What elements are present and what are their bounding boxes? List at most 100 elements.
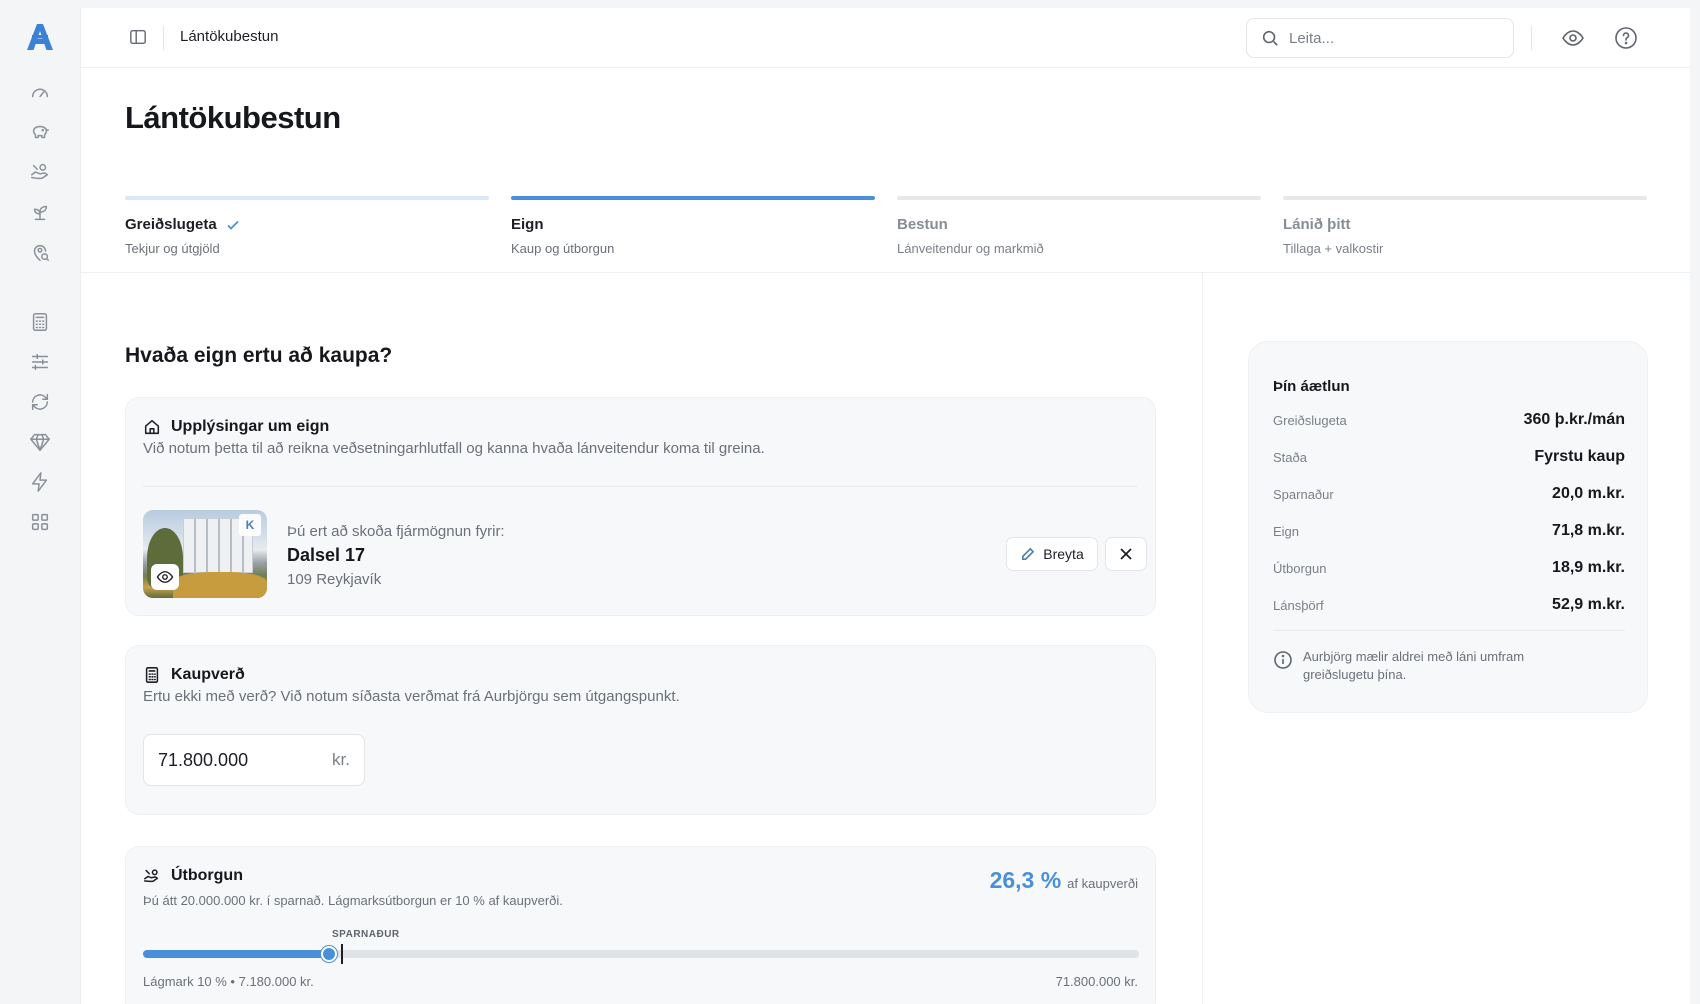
search-box[interactable] [1246, 18, 1514, 58]
info-icon [1274, 651, 1292, 669]
hand-coins-icon [144, 869, 159, 883]
property-card-desc: Við notum þetta til að reikna veðsetning… [143, 440, 765, 457]
card-divider [143, 486, 1138, 487]
percent-value: 26,3 % [989, 867, 1062, 893]
step-affordability[interactable]: Greiðslugeta Tekjur og útgjöld [125, 196, 489, 256]
help-icon[interactable] [1614, 26, 1638, 50]
step-sub: Tekjur og útgjöld [125, 241, 220, 256]
property-card: Upplýsingar um eign Við notum þetta til … [125, 397, 1156, 616]
plan-row: Staða Fyrstu kaup [1273, 448, 1625, 466]
price-card-title: Kaupverð [171, 666, 245, 683]
topbar: Lántökubestun [81, 8, 1690, 68]
pencil-icon [1022, 547, 1035, 560]
plan-row-key: Útborgun [1273, 560, 1327, 576]
grid-icon[interactable] [20, 502, 60, 542]
down-payment-card: Útborgun 26,3 % af kaupverði Þú átt 20.0… [125, 846, 1156, 1004]
plan-row-value: 52,9 m.kr. [1552, 596, 1625, 613]
property-photo[interactable]: K [143, 510, 267, 598]
slider-min-label: Lágmark 10 % • 7.180.000 kr. [143, 974, 314, 989]
property-card-title: Upplýsingar um eign [171, 418, 330, 435]
photo-bush [173, 572, 267, 598]
down-payment-percent: 26,3 % af kaupverði [990, 867, 1138, 894]
price-card-header: Kaupverð [143, 666, 245, 684]
sidebar [0, 0, 80, 1004]
down-payment-slider[interactable] [143, 944, 1139, 964]
section-divider [81, 272, 1691, 273]
step-sub: Tillaga + valkostir [1283, 241, 1384, 256]
map-pin-search-icon[interactable] [20, 232, 60, 272]
plan-row-key: Eign [1273, 523, 1300, 539]
step-bar [125, 196, 489, 200]
step-label: Lánið þitt [1283, 216, 1351, 233]
price-card: Kaupverð Ertu ekki með verð? Við notum s… [125, 645, 1156, 815]
plan-row-key: Lánsþörf [1273, 597, 1324, 613]
step-property[interactable]: Eign Kaup og útborgun [511, 196, 875, 256]
page-title: Lántökubestun [125, 100, 341, 135]
calculator-icon [145, 667, 159, 683]
piggy-bank-icon[interactable] [20, 112, 60, 152]
step-label: Bestun [897, 216, 948, 233]
eye-icon[interactable] [1561, 26, 1585, 50]
gauge-icon[interactable] [20, 72, 60, 112]
main-panel: Lántökubestun Lántökubestun Greiðslugeta… [80, 8, 1691, 1004]
plan-row-key: Staða [1273, 449, 1307, 465]
step-sub: Lánveitendur og markmið [897, 241, 1044, 256]
plan-row: Sparnaður 20,0 m.kr. [1273, 485, 1625, 503]
step-label: Greiðslugeta [125, 216, 489, 233]
sliders-icon[interactable] [20, 342, 60, 382]
calculator-icon[interactable] [20, 302, 60, 342]
stepper: Greiðslugeta Tekjur og útgjöld Eign Kaup… [125, 196, 1647, 256]
agency-badge-icon: K [239, 514, 261, 536]
step-label: Eign [511, 216, 544, 233]
down-payment-card-header: Útborgun [143, 867, 243, 885]
eye-icon [156, 571, 174, 583]
step-optimization[interactable]: Bestun Lánveitendur og markmið [897, 196, 1261, 256]
property-lead-text: Þú ert að skoða fjármögnun fyrir: [287, 523, 505, 540]
plan-row-value: 360 þ.kr./mán [1523, 411, 1625, 428]
down-payment-card-desc: Þú átt 20.000.000 kr. í sparnað. Lágmark… [143, 893, 563, 908]
plan-row: Eign 71,8 m.kr. [1273, 522, 1625, 540]
plan-row: Greiðslugeta 360 þ.kr./mán [1273, 411, 1625, 429]
slider-thumb[interactable] [321, 946, 337, 962]
plan-row: Útborgun 18,9 m.kr. [1273, 559, 1625, 577]
sprout-icon[interactable] [20, 192, 60, 232]
step-your-loan[interactable]: Lánið þitt Tillaga + valkostir [1283, 196, 1647, 256]
topbar-title: Lántökubestun [180, 28, 279, 45]
column-divider [1202, 273, 1203, 1004]
savings-marker-label: SPARNAÐUR [332, 929, 400, 940]
plan-row-value: 18,9 m.kr. [1552, 559, 1625, 576]
view-photo-button[interactable] [151, 564, 179, 590]
plan-row-value: 20,0 m.kr. [1552, 485, 1625, 502]
price-card-desc: Ertu ekki með verð? Við notum síðasta ve… [143, 688, 680, 705]
plan-title: Þín áætlun [1273, 378, 1350, 395]
topbar-divider [163, 26, 164, 50]
hand-coins-icon[interactable] [20, 152, 60, 192]
edit-property-button[interactable]: Breyta [1006, 537, 1098, 571]
search-icon [1262, 30, 1278, 46]
plan-row-value: 71,8 m.kr. [1552, 522, 1625, 539]
bolt-icon[interactable] [20, 462, 60, 502]
property-name: Dalsel 17 [287, 545, 366, 565]
plan-row-key: Greiðslugeta [1273, 412, 1347, 428]
step-bar [1283, 196, 1647, 200]
diamond-icon[interactable] [20, 422, 60, 462]
plan-panel: Þín áætlun Greiðslugeta 360 þ.kr./mán St… [1248, 341, 1648, 713]
close-icon [1120, 548, 1132, 560]
plan-row-value: Fyrstu kaup [1534, 448, 1625, 465]
section-question: Hvaða eign ertu að kaupa? [125, 344, 393, 367]
price-input[interactable] [158, 749, 308, 771]
edit-button-label: Breyta [1043, 546, 1084, 562]
step-sub: Kaup og útborgun [511, 241, 615, 256]
topbar-divider [1531, 26, 1532, 50]
aurbjorg-logo[interactable] [24, 22, 56, 52]
step-label-text: Greiðslugeta [125, 216, 217, 233]
sidebar-toggle-icon[interactable] [129, 28, 149, 48]
property-city: 109 Reykjavík [287, 571, 382, 588]
refresh-icon[interactable] [20, 382, 60, 422]
remove-property-button[interactable] [1105, 537, 1147, 571]
price-field[interactable]: kr. [143, 734, 365, 786]
home-icon [144, 419, 160, 435]
plan-row: Lánsþörf 52,9 m.kr. [1273, 596, 1625, 614]
search-input[interactable] [1289, 29, 1489, 47]
plan-divider [1273, 630, 1625, 631]
